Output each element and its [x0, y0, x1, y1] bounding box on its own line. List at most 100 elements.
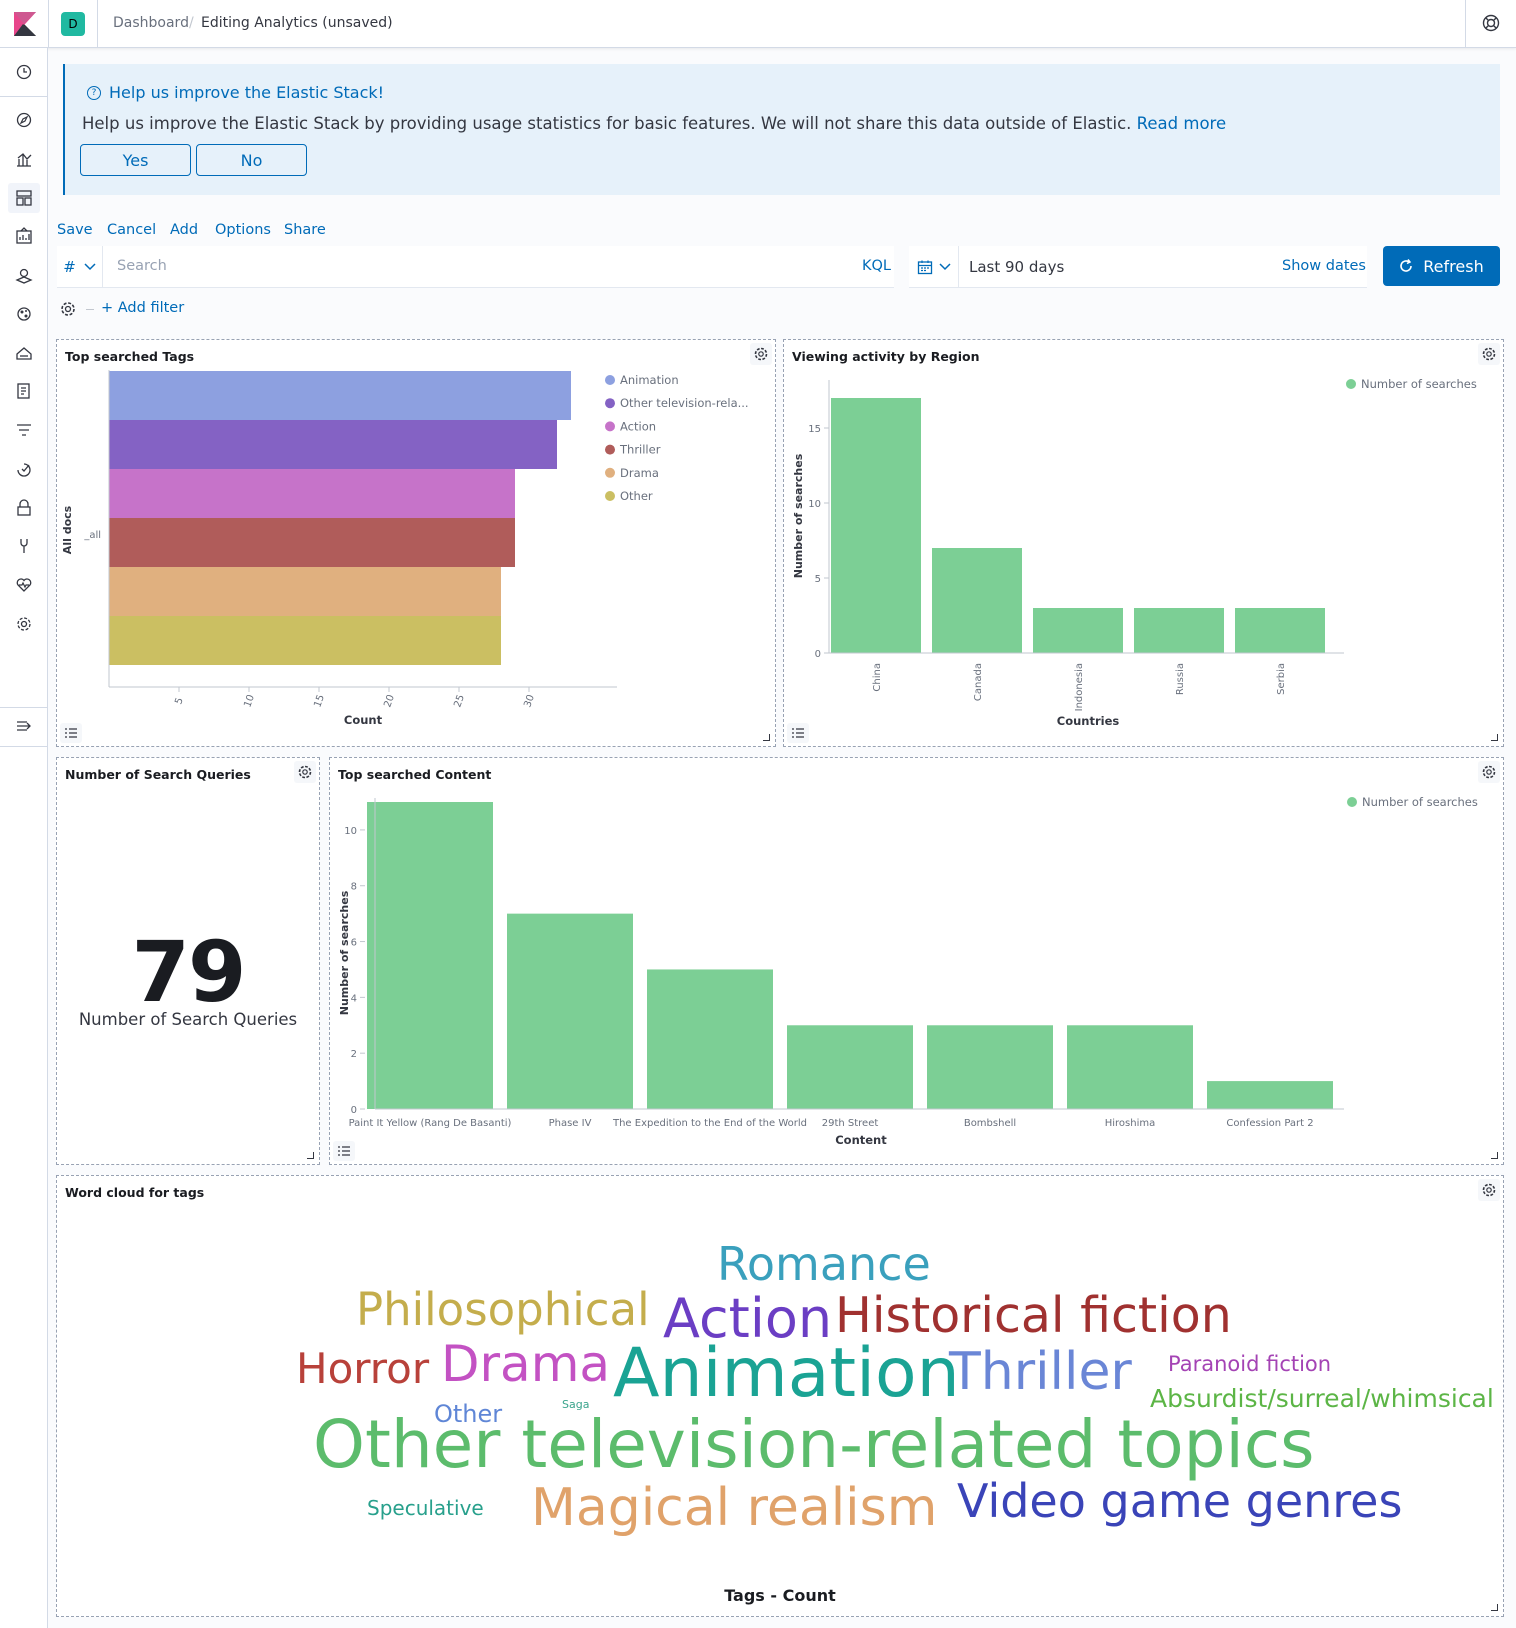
options-menu-item[interactable]: Options [215, 222, 271, 238]
bar[interactable] [1134, 608, 1224, 653]
legend-toggle-button[interactable] [787, 723, 809, 743]
bar[interactable] [932, 548, 1022, 653]
recent-icon[interactable] [14, 62, 34, 82]
uptime-icon[interactable] [14, 459, 34, 479]
bar[interactable] [367, 802, 493, 1109]
resize-handle[interactable] [763, 734, 770, 741]
resize-handle[interactable] [307, 1152, 314, 1159]
apm-icon[interactable] [14, 420, 34, 440]
date-range-label[interactable]: Last 90 days [969, 258, 1064, 276]
bar[interactable] [831, 398, 921, 653]
legend-label[interactable]: Animation [620, 373, 679, 387]
kql-toggle[interactable]: KQL [862, 258, 891, 274]
x-tick-label: 10 [242, 693, 257, 709]
bar-segment-3[interactable] [109, 518, 515, 567]
quick-select-button[interactable] [909, 246, 959, 288]
legend-label[interactable]: Number of searches [1361, 377, 1477, 391]
legend-label[interactable]: Other television-rela... [620, 396, 749, 410]
bar-segment-1[interactable] [109, 420, 557, 469]
monitoring-icon[interactable] [14, 575, 34, 595]
legend-toggle-button[interactable] [60, 723, 82, 743]
help-icon[interactable] [1482, 14, 1500, 32]
bar[interactable] [507, 913, 633, 1109]
query-type-button[interactable]: # [57, 246, 103, 288]
word-drama[interactable]: Drama [441, 1339, 610, 1389]
bar[interactable] [787, 1025, 913, 1109]
list-icon [338, 1146, 350, 1156]
legend-label[interactable]: Other [620, 489, 653, 503]
panel-title: Word cloud for tags [65, 1185, 205, 1200]
space-avatar[interactable]: D [61, 12, 85, 36]
refresh-label: Refresh [1423, 256, 1484, 276]
bar[interactable] [1207, 1081, 1333, 1109]
bar-segment-0[interactable] [109, 371, 571, 420]
dev-tools-icon[interactable] [14, 536, 34, 556]
word-animation[interactable]: Animation [613, 1340, 960, 1408]
siem-icon[interactable] [14, 498, 34, 518]
read-more-link[interactable]: Read more [1137, 114, 1226, 133]
bar-segment-2[interactable] [109, 469, 515, 518]
bar[interactable] [1067, 1025, 1193, 1109]
word-horror[interactable]: Horror [296, 1348, 429, 1390]
x-tick-label: The Expedition to the End of the World [612, 1118, 807, 1129]
category-label: _all [83, 530, 101, 541]
no-button[interactable]: No [196, 144, 307, 176]
word-other-television-related-topics[interactable]: Other television-related topics [313, 1412, 1315, 1478]
y-tick-label: 15 [808, 424, 821, 435]
word-romance[interactable]: Romance [717, 1241, 931, 1287]
legend-marker [1347, 797, 1357, 807]
logs-icon[interactable] [14, 381, 34, 401]
visualize-icon[interactable] [14, 149, 34, 169]
management-icon[interactable] [14, 614, 34, 634]
dashboard-icon[interactable] [14, 188, 34, 208]
list-icon [65, 728, 77, 738]
refresh-button[interactable]: Refresh [1383, 246, 1500, 286]
resize-handle[interactable] [1491, 1152, 1498, 1159]
discover-icon[interactable] [14, 110, 34, 130]
metric-value: 79 [131, 923, 247, 1021]
word-video-game-genres[interactable]: Video game genres [957, 1478, 1402, 1524]
yes-button[interactable]: Yes [80, 144, 191, 176]
resize-handle[interactable] [1491, 1604, 1498, 1611]
word-historical-fiction[interactable]: Historical fiction [835, 1291, 1232, 1340]
add-menu-item[interactable]: Add [170, 222, 198, 238]
share-menu-item[interactable]: Share [284, 222, 326, 238]
ml-icon[interactable] [14, 304, 34, 324]
x-tick-label: Canada [973, 663, 984, 701]
save-menu-item[interactable]: Save [57, 222, 93, 238]
cancel-menu-item[interactable]: Cancel [107, 222, 156, 238]
maps-icon[interactable] [14, 265, 34, 285]
kibana-logo[interactable] [14, 12, 36, 36]
legend-label[interactable]: Thriller [619, 443, 661, 457]
filter-settings-icon[interactable] [59, 300, 77, 318]
word-paranoid-fiction[interactable]: Paranoid fiction [1168, 1354, 1331, 1375]
legend-label[interactable]: Number of searches [1362, 795, 1478, 809]
search-input[interactable]: Search [117, 258, 167, 274]
breadcrumb-dashboard[interactable]: Dashboard [113, 15, 189, 31]
bar[interactable] [1033, 608, 1123, 653]
bar[interactable] [1235, 608, 1325, 653]
panel-options-button[interactable] [1478, 1179, 1500, 1201]
collapse-icon[interactable] [14, 716, 34, 736]
resize-handle[interactable] [1491, 734, 1498, 741]
legend-marker [605, 398, 615, 409]
list-icon [792, 728, 804, 738]
legend-label[interactable]: Action [620, 419, 656, 433]
add-filter-button[interactable]: + Add filter [101, 300, 184, 316]
panel-options-button[interactable] [294, 761, 316, 783]
date-picker: Last 90 days Show dates [909, 246, 1367, 288]
word-magical-realism[interactable]: Magical realism [531, 1482, 937, 1534]
legend-toggle-button[interactable] [333, 1141, 355, 1161]
infrastructure-icon[interactable] [14, 343, 34, 363]
legend-label[interactable]: Drama [620, 466, 659, 480]
bar[interactable] [647, 969, 773, 1109]
query-bar: # Search KQL [57, 246, 894, 288]
word-philosophical[interactable]: Philosophical [356, 1287, 650, 1332]
word-thriller[interactable]: Thriller [949, 1346, 1132, 1398]
word-speculative[interactable]: Speculative [367, 1498, 484, 1518]
bar-segment-4[interactable] [109, 567, 501, 616]
bar[interactable] [927, 1025, 1053, 1109]
bar-segment-5[interactable] [109, 616, 501, 665]
show-dates-button[interactable]: Show dates [1282, 258, 1366, 274]
canvas-icon[interactable] [14, 226, 34, 246]
